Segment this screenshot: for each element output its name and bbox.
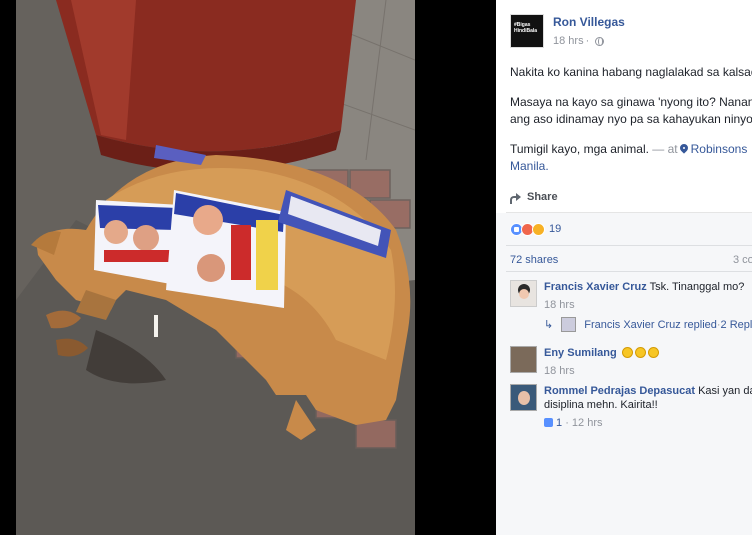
commenter-name[interactable]: Eny Sumilang <box>544 347 617 359</box>
commenter-avatar[interactable] <box>510 384 537 411</box>
header-meta: Ron Villegas 18 hrs · <box>553 14 625 50</box>
post-paragraph-2-line-2: ang aso idinamay nyo pa sa kahayukan nin… <box>510 112 752 126</box>
post-time-row: 18 hrs · <box>553 33 625 49</box>
comments-count[interactable]: 3 co <box>733 254 752 266</box>
commenter-avatar[interactable] <box>510 346 537 373</box>
author-name[interactable]: Ron Villegas <box>553 14 625 30</box>
commenter-name[interactable]: Francis Xavier Cruz <box>544 281 647 293</box>
reply-text[interactable]: Francis Xavier Cruz replied <box>584 319 717 331</box>
comment-item: Francis Xavier Cruz Tsk. Tinanggal mo? 1… <box>510 280 744 311</box>
comment-meta: 1 · 12 hrs <box>544 417 752 429</box>
author-avatar[interactable]: #Bigas HindiBala <box>510 14 544 48</box>
reply-arrow-icon: ↳ <box>544 319 554 331</box>
comment-time[interactable]: 18 hrs <box>544 365 659 377</box>
comment-text-line-2: disiplina mehn. Kairita!! <box>544 399 658 411</box>
comment-like-count[interactable]: 1 <box>556 417 562 429</box>
commenter-avatar[interactable] <box>510 280 537 307</box>
comment-item: Rommel Pedrajas Depasucat Kasi yan daw a… <box>510 384 752 429</box>
divider <box>506 245 752 246</box>
post-paragraph-2: Masaya na kayo sa ginawa 'nyong ito? Nan… <box>510 94 752 128</box>
shares-count[interactable]: 72 shares <box>510 254 558 266</box>
comment-text: Tsk. Tinanggal mo? <box>649 281 745 293</box>
post-paragraph-1: Nakita ko kanina habang naglalakad sa ka… <box>510 65 752 79</box>
share-label: Share <box>527 191 558 203</box>
post-time[interactable]: 18 hrs <box>553 33 584 49</box>
globe-icon[interactable] <box>595 36 605 46</box>
location-link-continued[interactable]: Manila. <box>510 159 549 173</box>
like-icon <box>544 418 553 427</box>
avatar-text-line2: HindiBala <box>514 28 538 34</box>
share-button[interactable]: Share <box>510 191 558 204</box>
reaction-count[interactable]: 19 <box>549 223 561 235</box>
comment-text-line-1: Kasi yan daw a <box>698 385 752 397</box>
reactions-summary[interactable]: 19 <box>510 221 561 237</box>
post-paragraph-2-line-1: Masaya na kayo sa ginawa 'nyong ito? Nan… <box>510 95 752 109</box>
post-paragraph-3-text: Tumigil kayo, mga animal. <box>510 142 649 156</box>
smile-emoji-icon <box>634 347 646 358</box>
location-link[interactable]: Robinsons <box>691 142 748 156</box>
replier-avatar <box>561 317 577 332</box>
post-header: #Bigas HindiBala Ron Villegas 18 hrs · <box>510 14 625 50</box>
comment-body: Rommel Pedrajas Depasucat Kasi yan daw a… <box>544 384 752 412</box>
comment-item: Eny Sumilang 18 hrs <box>510 346 659 377</box>
post-paragraph-3: Tumigil kayo, mga animal. — at Robinsons … <box>510 141 752 175</box>
comment-body: Francis Xavier Cruz Tsk. Tinanggal mo? <box>544 280 744 294</box>
sad-reaction-icon <box>532 222 545 236</box>
reply-summary[interactable]: ↳ Francis Xavier Cruz replied · 2 Replie <box>544 317 752 332</box>
comment-time[interactable]: 12 hrs <box>572 417 603 429</box>
share-arrow-icon <box>510 192 521 204</box>
grin-emoji-icon <box>621 347 633 358</box>
laugh-emoji-icon <box>647 347 659 358</box>
dog-with-campaign-posters-image <box>16 0 415 535</box>
location-pin-icon <box>680 144 688 154</box>
at-label: — at <box>652 142 678 156</box>
facebook-photo-theater: #Bigas HindiBala Ron Villegas 18 hrs · N… <box>0 0 752 535</box>
post-photo[interactable] <box>16 0 415 535</box>
post-detail-panel: #Bigas HindiBala Ron Villegas 18 hrs · N… <box>496 0 752 535</box>
post-text: Nakita ko kanina habang naglalakad sa ka… <box>510 64 752 188</box>
divider <box>506 271 752 272</box>
comment-time[interactable]: 18 hrs <box>544 299 744 311</box>
reply-count[interactable]: 2 Replie <box>721 319 752 331</box>
comment-body: Eny Sumilang <box>544 346 659 360</box>
commenter-name[interactable]: Rommel Pedrajas Depasucat <box>544 385 695 397</box>
